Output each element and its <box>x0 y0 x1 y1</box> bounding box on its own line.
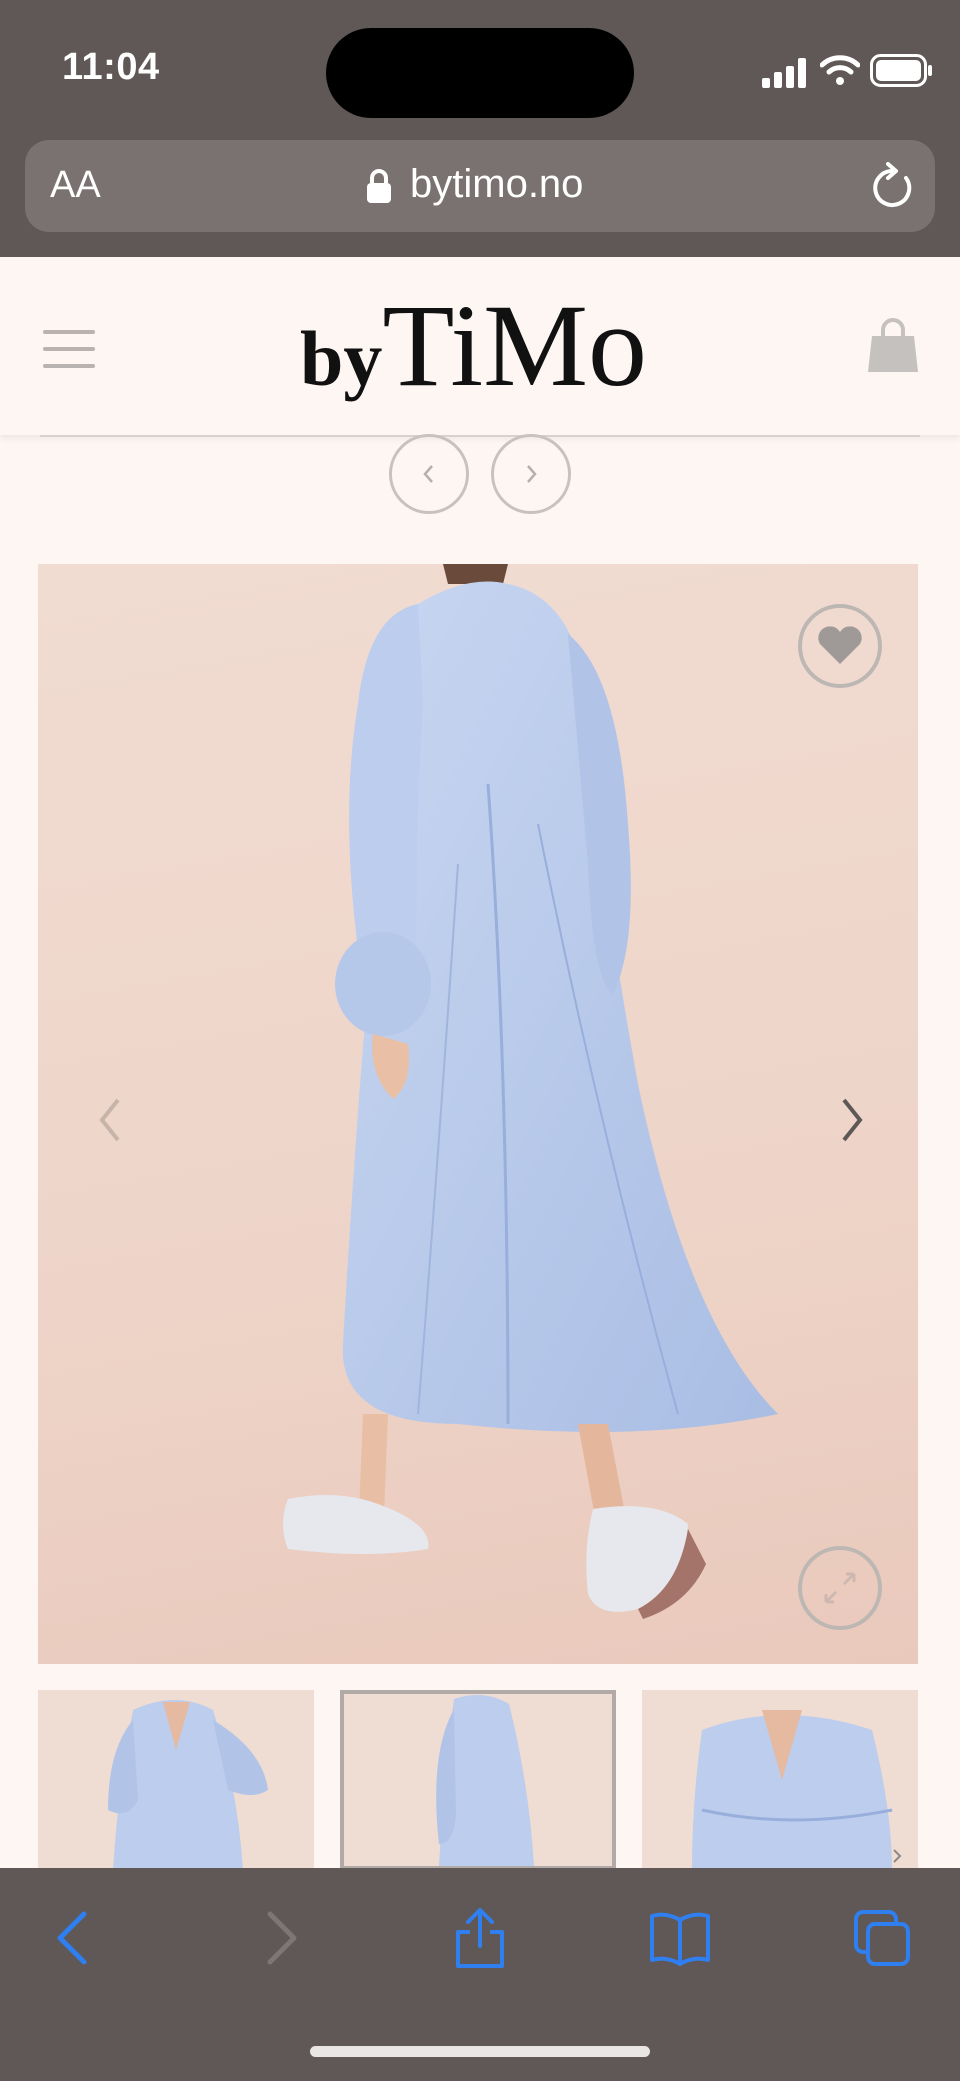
chevron-right-icon <box>527 465 537 483</box>
heart-icon <box>818 626 862 664</box>
thumbnail-1[interactable] <box>38 1690 314 1870</box>
back-icon[interactable] <box>42 1906 106 1970</box>
dress-photo-illustration <box>283 564 778 1619</box>
expand-icon <box>824 1572 856 1604</box>
forward-icon[interactable] <box>248 1906 312 1970</box>
status-time: 11:04 <box>62 46 160 88</box>
hamburger-menu-icon[interactable] <box>43 330 95 368</box>
shopping-bag-icon[interactable] <box>866 318 920 374</box>
next-product-button[interactable] <box>491 434 571 514</box>
fullscreen-button[interactable] <box>798 1546 882 1630</box>
product-main-image[interactable] <box>38 564 918 1664</box>
cellular-signal-icon <box>762 58 806 88</box>
battery-icon <box>870 54 932 87</box>
wishlist-button[interactable] <box>798 604 882 688</box>
image-next-arrow-icon[interactable] <box>836 1095 866 1145</box>
chevron-left-icon <box>423 465 433 483</box>
tabs-icon[interactable] <box>850 1906 914 1970</box>
url-text[interactable]: bytimo.no <box>410 162 583 207</box>
thumbnail-dress-back <box>344 1694 612 1866</box>
image-prev-arrow-icon[interactable] <box>96 1095 126 1145</box>
thumbnail-dress-closeup <box>642 1690 918 1870</box>
reload-icon[interactable] <box>868 160 916 210</box>
thumbnail-3[interactable] <box>642 1690 918 1870</box>
site-logo[interactable]: byTiMo <box>300 278 647 414</box>
logo-by: by <box>300 315 383 402</box>
text-size-button[interactable]: AA <box>50 164 101 207</box>
share-icon[interactable] <box>448 1906 512 1970</box>
logo-timo: TiMo <box>382 280 648 411</box>
bookmarks-icon[interactable] <box>648 1906 712 1970</box>
thumbnail-dress-front <box>38 1690 314 1870</box>
thumbnail-2-selected[interactable] <box>340 1690 616 1870</box>
wifi-icon <box>820 55 860 85</box>
lock-icon <box>367 169 391 203</box>
text-size-label: AA <box>50 164 101 206</box>
dynamic-island <box>326 28 634 118</box>
home-indicator <box>310 2046 650 2057</box>
header-divider <box>40 435 920 437</box>
previous-product-button[interactable] <box>389 434 469 514</box>
